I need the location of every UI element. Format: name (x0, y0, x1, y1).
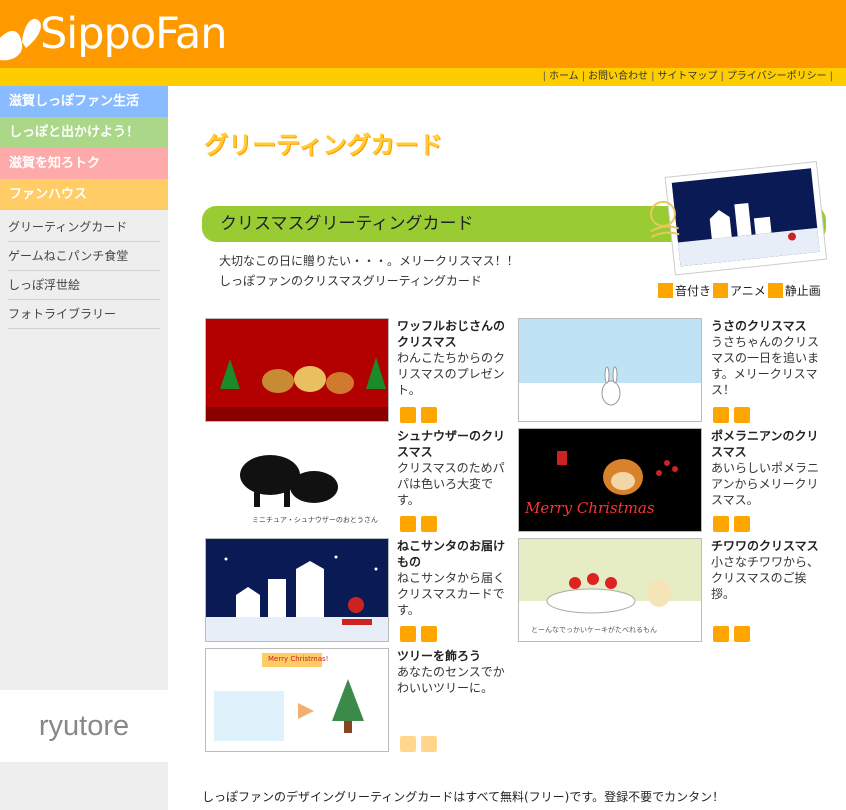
card-title-chihuahua[interactable]: チワワのクリスマス (711, 538, 827, 554)
card-thumbnail-tree[interactable]: Merry Christmas! (205, 648, 389, 752)
anime-icon[interactable] (421, 516, 437, 532)
sound-icon (658, 283, 673, 298)
footer-note: しっぽファンのデザイングリーティングカードはすべて無料(フリー)です。登録不要で… (202, 790, 725, 804)
card-thumbnail-waffle[interactable] (205, 318, 389, 422)
site-logo[interactable]: SippoFan (40, 6, 228, 62)
card-title-neko-santa[interactable]: ねこサンタのお届けもの (397, 538, 513, 570)
sidebar-item-game[interactable]: ゲームねこパンチ食堂 (8, 242, 160, 271)
card-desc-neko-santa: ねこサンタから届くクリスマスカードです。 (397, 571, 506, 617)
anime-icon[interactable] (734, 626, 750, 642)
legend-anime-label: アニメ (730, 284, 766, 298)
anime-icon[interactable] (421, 736, 437, 752)
card-title-pomeranian[interactable]: ポメラニアンのクリスマス (711, 428, 827, 460)
anime-icon[interactable] (734, 407, 750, 423)
anime-icon[interactable] (734, 516, 750, 532)
card-title-usa[interactable]: うさのクリスマス (711, 318, 827, 334)
schnauzer-thumb-caption: ミニチュア・シュナウザーのおとうさん (252, 516, 378, 524)
christmas-stamp-image (649, 161, 828, 276)
card-desc-tree: あなたのセンスでかわいいツリーに。 (397, 665, 505, 695)
card-desc-schnauzer: クリスマスのためパパは色いろ大変です。 (397, 461, 505, 507)
sound-icon[interactable] (400, 626, 416, 642)
anime-icon (713, 283, 729, 298)
sidebar-item-ukiyoe[interactable]: しっぽ浮世絵 (8, 271, 160, 300)
sidebar-item-greeting-card[interactable]: グリーティングカード (8, 213, 160, 242)
sound-icon[interactable] (713, 516, 729, 532)
card-thumbnail-usa[interactable] (518, 318, 702, 422)
anime-icon[interactable] (421, 407, 437, 423)
sound-icon[interactable] (400, 736, 416, 752)
sidebar: 滋賀しっぽファン生活 しっぽと出かけよう！ 滋賀を知ろトク ファンハウス グリー… (0, 86, 168, 810)
sound-icon[interactable] (400, 516, 416, 532)
site-header: SippoFan (0, 0, 846, 68)
nav-home-link[interactable]: ホーム (549, 71, 579, 82)
sidebar-category-outing[interactable]: しっぽと出かけよう！ (0, 117, 168, 148)
card-desc-usa: うさちゃんのクリスマスの一日を追います。メリークリスマス！ (711, 335, 820, 397)
still-icon (767, 283, 783, 298)
intro-text-line1: 大切なこの日に贈りたい・・・。メリークリスマス！！ (219, 254, 519, 268)
card-desc-pomeranian: あいらしいポメラニアンからメリークリスマス。 (711, 461, 820, 507)
card-title-schnauzer[interactable]: シュナウザーのクリスマス (397, 428, 513, 460)
sound-icon[interactable] (400, 407, 416, 423)
card-thumbnail-neko-santa[interactable] (205, 538, 389, 642)
sidebar-category-shiga[interactable]: 滋賀を知ろトク (0, 148, 168, 179)
sound-icon[interactable] (713, 626, 729, 642)
card-title-tree[interactable]: ツリーを飾ろう (397, 648, 513, 664)
card-thumbnail-chihuahua[interactable]: とーんなでっかいケーキがたべれるもん (518, 538, 702, 642)
card-thumbnail-pomeranian[interactable]: Merry Christmas (518, 428, 702, 532)
card-desc-chihuahua: 小さなチワワから、クリスマスのご挨拶。 (711, 555, 820, 601)
section-title: クリスマスグリーティングカード (220, 214, 474, 234)
card-thumbnail-schnauzer[interactable]: ミニチュア・シュナウザーのおとうさん (205, 428, 389, 532)
card-title-waffle[interactable]: ワッフルおじさんのクリスマス (397, 318, 513, 350)
card-desc-waffle: わんこたちからのクリスマスのプレゼント。 (397, 351, 506, 397)
nav-contact-link[interactable]: お問い合わせ (588, 71, 648, 82)
pomeranian-thumb-text: Merry Christmas (525, 499, 655, 517)
legend-sound-label: 音付き (675, 284, 712, 298)
intro-text-line2: しっぽファンのクリスマスグリーティングカード (219, 274, 482, 288)
nav-privacy-link[interactable]: プライバシーポリシー (727, 71, 827, 82)
page-title: グリーティングカード (204, 131, 443, 159)
icon-legend: 音付き アニメ 静止画 (658, 282, 823, 299)
sidebar-category-life[interactable]: 滋賀しっぽファン生活 (0, 86, 168, 117)
top-navigation: | ホーム | お問い合わせ | サイトマップ | プライバシーポリシー | (0, 68, 846, 86)
ryutore-banner[interactable]: ryutore (0, 690, 168, 762)
chihuahua-thumb-caption: とーんなでっかいケーキがたべれるもん (531, 626, 657, 634)
sidebar-item-photo-library[interactable]: フォトライブラリー (8, 300, 160, 329)
tree-thumb-text: Merry Christmas! (268, 655, 329, 663)
sound-icon[interactable] (713, 407, 729, 423)
nav-sitemap-link[interactable]: サイトマップ (657, 71, 717, 82)
legend-still-label: 静止画 (784, 284, 821, 298)
anime-icon[interactable] (421, 626, 437, 642)
sidebar-category-fanhouse[interactable]: ファンハウス (0, 179, 168, 210)
